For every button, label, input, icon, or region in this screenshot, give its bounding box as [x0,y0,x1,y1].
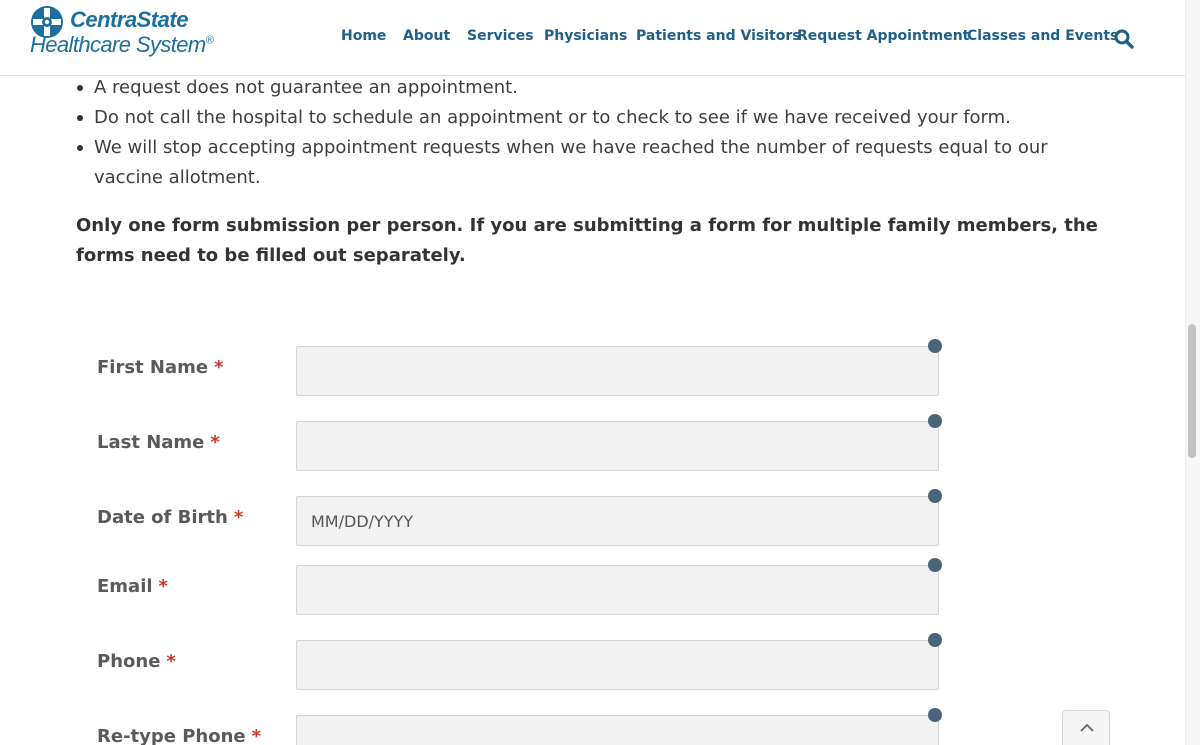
first-name-field[interactable] [296,346,939,396]
first-name-label-text: First Name [97,357,209,378]
list-item: A request does not guarantee an appointm… [77,73,1074,103]
required-marker: * [166,651,176,672]
email-field[interactable] [296,565,939,615]
nav-item-home[interactable]: Home [341,28,386,44]
nav-item-classes-and-events[interactable]: Classes and Events [967,28,1118,44]
nav-item-physicians[interactable]: Physicians [544,28,627,44]
form-row-retype-phone: Re-type Phone * [0,708,1185,745]
centrastate-logo[interactable]: CentraState Healthcare System® [30,5,240,63]
nav-item-about[interactable]: About [403,28,450,44]
nav-item-request-appointment[interactable]: Request Appointment [797,28,969,44]
field-indicator-dot [928,708,942,722]
field-indicator-dot [928,339,942,353]
field-indicator-dot [928,558,942,572]
field-indicator-dot [928,633,942,647]
form-row-email: Email * [0,558,1185,615]
phone-label-text: Phone [97,651,161,672]
brand-name-line1: CentraState [70,7,188,32]
email-label: Email * [97,576,168,597]
last-name-label-text: Last Name [97,432,205,453]
date-of-birth-field[interactable] [296,496,939,546]
registered-mark: ® [205,34,214,47]
nav-item-services[interactable]: Services [467,28,534,44]
required-marker: * [233,507,244,528]
retype-phone-label-text: Re-type Phone [97,726,246,745]
date-of-birth-label: Date of Birth * [97,507,243,528]
retype-phone-label: Re-type Phone * [97,726,261,745]
last-name-label: Last Name * [97,432,220,453]
main-content: A request does not guarantee an appointm… [0,0,1185,745]
first-name-label: First Name * [97,357,224,378]
back-to-top-button[interactable] [1062,710,1110,745]
required-marker: * [158,576,168,597]
nav-item-patients-and-visitors[interactable]: Patients and Visitors [636,28,801,44]
form-row-date-of-birth: Date of Birth * [0,489,1185,546]
field-indicator-dot [928,489,942,503]
required-marker: * [251,726,262,745]
phone-label: Phone * [97,651,176,672]
site-header: CentraState Healthcare System® Home Abou… [0,0,1185,76]
form-row-last-name: Last Name * [0,414,1185,471]
form-submission-notice: Only one form submission per person. If … [76,215,1098,266]
chevron-up-icon [1080,723,1094,732]
field-indicator-dot [928,414,942,428]
required-marker: * [214,357,224,378]
search-icon[interactable] [1113,28,1135,50]
list-item: Do not call the hospital to schedule an … [77,103,1074,133]
email-label-text: Email [97,576,153,597]
brand-name-line2-text: Healthcare System [30,32,206,57]
required-marker: * [210,432,220,453]
appointment-rules-list: A request does not guarantee an appointm… [77,73,1074,193]
retype-phone-field[interactable] [296,715,939,745]
brand-name-line2: Healthcare System® [30,32,214,58]
scrollbar-thumb[interactable] [1188,324,1196,458]
form-row-first-name: First Name * [0,339,1185,396]
list-item: We will stop accepting appointment reque… [77,133,1074,193]
form-row-phone: Phone * [0,633,1185,690]
date-of-birth-label-text: Date of Birth [97,507,228,528]
page: A request does not guarantee an appointm… [0,0,1200,745]
last-name-field[interactable] [296,421,939,471]
phone-field[interactable] [296,640,939,690]
